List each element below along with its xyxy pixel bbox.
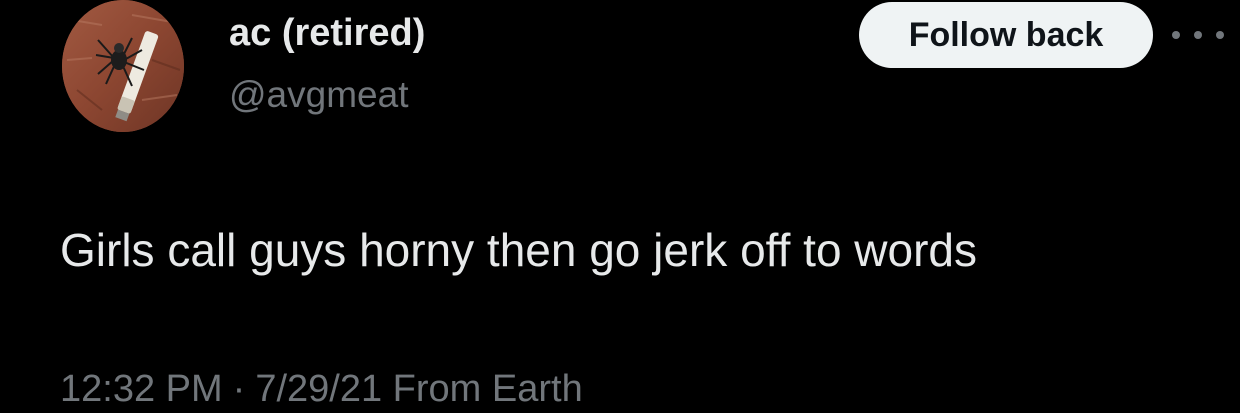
meta-separator: ·: [232, 368, 246, 410]
follow-back-button[interactable]: Follow back: [859, 2, 1153, 68]
dot: [1194, 31, 1202, 39]
spider-cigarette-avatar-icon: [62, 0, 184, 132]
more-dots-icon[interactable]: [1168, 20, 1228, 50]
tweet-time[interactable]: 12:32 PM: [60, 368, 223, 410]
tweet-meta: 12:32 PM · 7/29/21 From Earth: [60, 366, 583, 412]
tweet-text: Girls call guys horny then go jerk off t…: [60, 224, 978, 276]
user-handle[interactable]: @avgmeat: [229, 72, 408, 118]
display-name[interactable]: ac (retired): [229, 10, 425, 56]
dot: [1172, 31, 1180, 39]
avatar[interactable]: [62, 0, 184, 132]
tweet-date[interactable]: 7/29/21: [255, 368, 382, 410]
tweet-source: From Earth: [392, 368, 583, 410]
dot: [1216, 31, 1224, 39]
